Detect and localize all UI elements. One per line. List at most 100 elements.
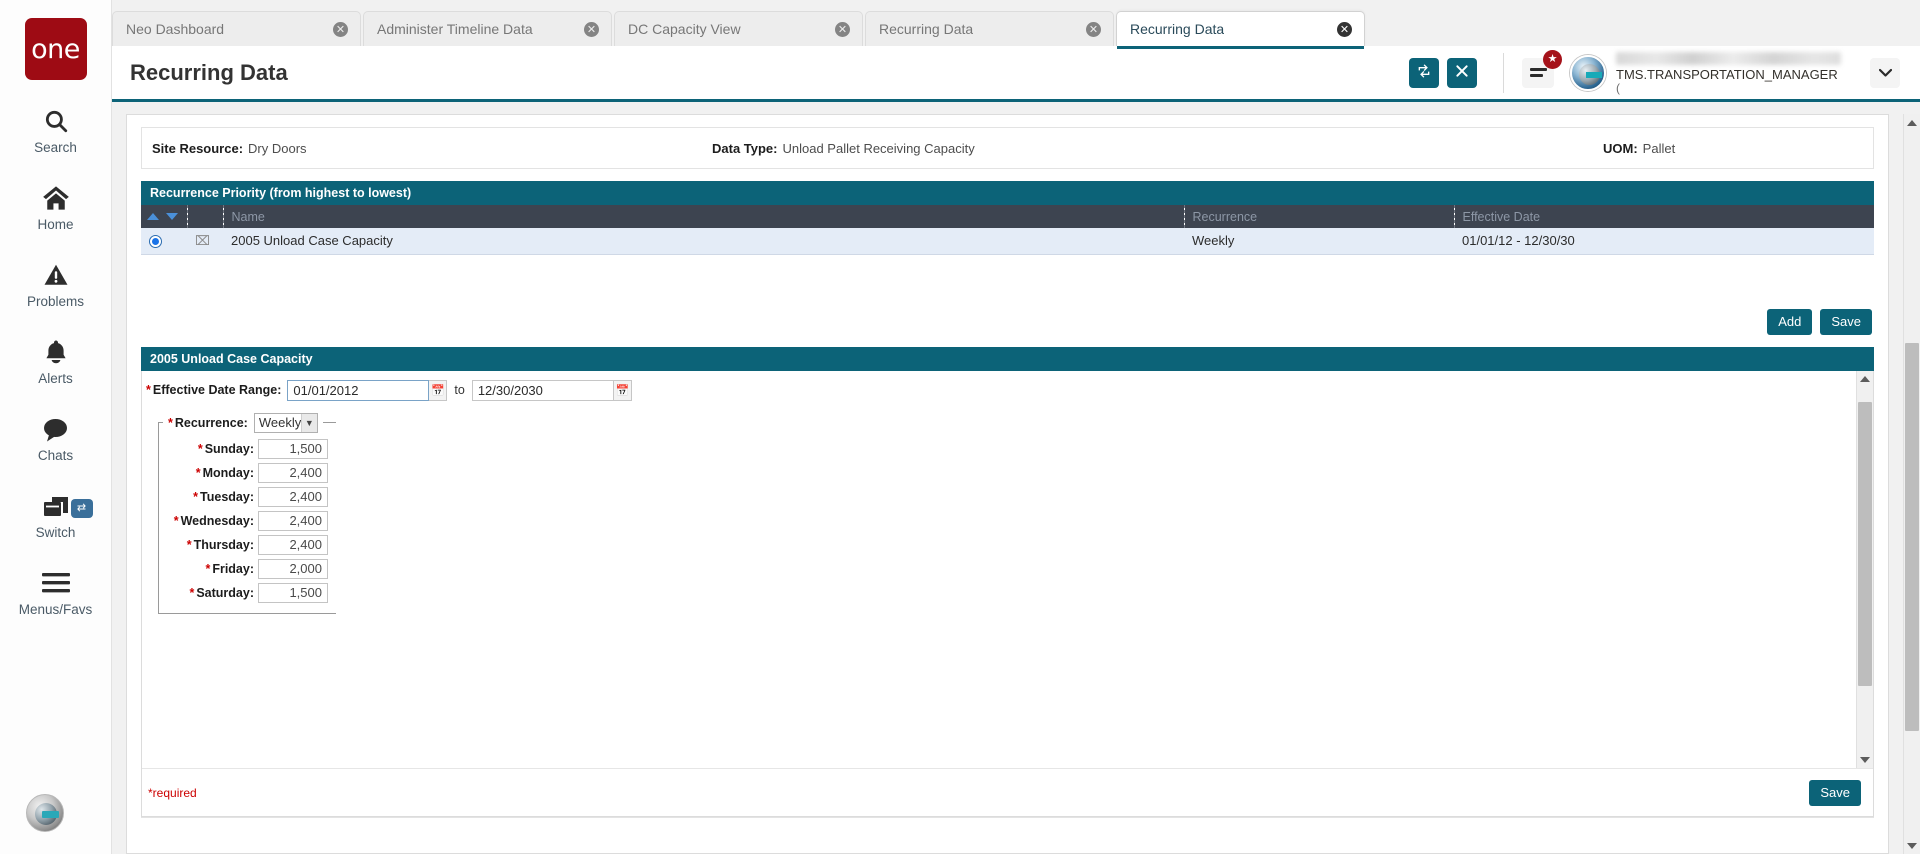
grid-header: Name Recurrence Effective Date — [141, 205, 1874, 228]
tab-neo-dashboard[interactable]: Neo Dashboard ✕ — [112, 11, 361, 46]
uom-value: Pallet — [1642, 140, 1676, 156]
tab-strip: Neo Dashboard ✕ Administer Timeline Data… — [112, 0, 1920, 49]
close-button[interactable] — [1447, 57, 1477, 88]
close-icon[interactable]: ✕ — [1337, 21, 1352, 37]
row-effective-date-cell: 01/01/12 - 12/30/30 — [1454, 228, 1874, 255]
recurrence-select[interactable]: Weekly — [253, 412, 318, 433]
data-type-value: Unload Pallet Receiving Capacity — [782, 140, 975, 156]
calendar-icon-from[interactable]: 📅 — [429, 379, 448, 401]
friday-label: * Friday: — [205, 561, 254, 576]
sidebar-item-chats[interactable]: Chats — [0, 400, 112, 477]
avatar-visor-icon — [1586, 71, 1602, 78]
row-action-cell[interactable]: ⌧ — [187, 228, 223, 255]
effective-date-to-input[interactable] — [471, 379, 614, 401]
triangle-down-icon — [1907, 842, 1917, 849]
tab-dc-capacity-view[interactable]: DC Capacity View ✕ — [614, 11, 863, 46]
sidebar-item-alerts[interactable]: Alerts — [0, 323, 112, 400]
sort-asc-icon[interactable] — [147, 213, 159, 220]
wednesday-input[interactable] — [258, 510, 328, 531]
sidebar-item-home-label: Home — [37, 217, 74, 232]
sidebar-item-search-label: Search — [34, 140, 77, 155]
site-resource-field: Site Resource: Dry Doors — [152, 141, 712, 156]
sidebar-item-search[interactable]: Search — [0, 92, 112, 169]
assistant-avatar[interactable] — [26, 794, 64, 832]
triangle-up-icon — [1860, 376, 1870, 382]
sort-desc-icon[interactable] — [166, 213, 178, 220]
tab-administer-timeline-data[interactable]: Administer Timeline Data ✕ — [363, 11, 612, 46]
user-role: TMS.TRANSPORTATION_MANAGER — [1616, 66, 1838, 82]
triangle-down-icon — [1860, 756, 1870, 763]
row-select-cell[interactable] — [141, 228, 187, 255]
user-profile[interactable]: TMS.TRANSPORTATION_MANAGER ( — [1570, 51, 1846, 95]
one-logo[interactable]: one — [24, 18, 87, 80]
sidebar-item-alerts-label: Alerts — [38, 371, 73, 386]
row-radio-button[interactable] — [149, 235, 162, 249]
scroll-thumb[interactable] — [1858, 402, 1872, 686]
tab-label: DC Capacity View — [628, 21, 741, 37]
page-scroll-track[interactable] — [1904, 131, 1920, 837]
avatar — [1570, 54, 1606, 91]
thursday-input[interactable] — [258, 534, 328, 555]
scroll-down-button[interactable] — [1857, 751, 1873, 768]
page-scroll-up-button[interactable] — [1904, 114, 1920, 131]
user-org: ( — [1616, 80, 1620, 95]
sunday-input[interactable] — [258, 438, 328, 459]
grid-col-recurrence: Recurrence — [1184, 205, 1455, 228]
header-menu-button[interactable]: ★ — [1522, 49, 1562, 88]
content-card: Site Resource: Dry Doors Data Type: Unlo… — [126, 114, 1889, 854]
form-vertical-scrollbar[interactable] — [1856, 370, 1873, 768]
sidebar-item-menus-favs-label: Menus/Favs — [18, 602, 93, 617]
calendar-icon-to[interactable]: 📅 — [613, 379, 632, 401]
refresh-button[interactable] — [1409, 57, 1439, 88]
tuesday-input[interactable] — [258, 486, 328, 507]
day-row-sunday: * Sunday: — [163, 438, 328, 459]
site-resource-value: Dry Doors — [248, 140, 307, 156]
hourglass-icon[interactable]: ⌧ — [195, 233, 210, 248]
tab-recurring-data-2[interactable]: Recurring Data ✕ — [1116, 11, 1365, 49]
sidebar-item-menus-favs[interactable]: Menus/Favs — [0, 554, 112, 631]
effective-date-from-input[interactable] — [287, 379, 430, 401]
user-menu-button[interactable] — [1870, 57, 1900, 88]
saturday-input[interactable] — [258, 582, 328, 603]
effective-date-range-label: * Effective Date Range: — [146, 383, 281, 397]
assistant-visor-icon — [42, 811, 59, 818]
bell-icon — [44, 337, 68, 367]
grid-header-row: Name Recurrence Effective Date — [141, 205, 1874, 228]
hamburger-icon — [41, 568, 70, 598]
scroll-track[interactable] — [1857, 387, 1873, 751]
close-icon[interactable]: ✕ — [333, 21, 348, 37]
page-scroll-thumb[interactable] — [1905, 342, 1919, 732]
add-button[interactable]: Add — [1767, 308, 1813, 335]
day-row-tuesday: * Tuesday: — [163, 486, 328, 507]
detail-save-button[interactable]: Save — [1809, 779, 1861, 806]
friday-input[interactable] — [258, 558, 328, 579]
content-wrapper: Site Resource: Dry Doors Data Type: Unlo… — [112, 102, 1920, 854]
switch-badge-icon[interactable]: ⇄ — [70, 499, 93, 518]
page-title: Recurring Data — [130, 59, 288, 85]
uom-label: UOM: — [1603, 140, 1638, 156]
monday-input[interactable] — [258, 462, 328, 483]
sidebar-item-switch[interactable]: ⇄ Switch — [0, 477, 112, 554]
grid-body: ⌧ 2005 Unload Case Capacity Weekly 01/01… — [141, 228, 1874, 255]
detail-form-body: *Effective Date Range: 📅 to 📅 — [142, 370, 1873, 769]
close-icon[interactable]: ✕ — [1086, 21, 1101, 37]
page-vertical-scrollbar[interactable] — [1903, 114, 1920, 854]
recurrence-select-wrap: Weekly ▼ — [253, 412, 318, 433]
close-icon[interactable]: ✕ — [835, 21, 850, 37]
close-icon[interactable]: ✕ — [584, 21, 599, 37]
scroll-up-button[interactable] — [1857, 370, 1873, 388]
detail-panel-title: 2005 Unload Case Capacity — [150, 351, 313, 366]
effective-date-range-label-text: Effective Date Range: — [152, 383, 282, 397]
sidebar-item-home[interactable]: Home — [0, 169, 112, 246]
chevron-down-icon — [1878, 66, 1892, 80]
recurrence-grid: Name Recurrence Effective Date ⌧ 2005 Un… — [141, 205, 1874, 255]
tab-recurring-data-1[interactable]: Recurring Data ✕ — [865, 11, 1114, 46]
sidebar-item-problems[interactable]: Problems — [0, 246, 112, 323]
table-row[interactable]: ⌧ 2005 Unload Case Capacity Weekly 01/01… — [141, 228, 1874, 255]
detail-form-inner: *Effective Date Range: 📅 to 📅 — [142, 371, 1856, 769]
recurrence-label-text: Recurrence: — [174, 415, 248, 430]
page-scroll-down-button[interactable] — [1904, 837, 1920, 854]
bottom-strip — [141, 817, 1874, 853]
grid-save-button[interactable]: Save — [1820, 308, 1872, 335]
day-row-friday: * Friday: — [163, 558, 328, 579]
